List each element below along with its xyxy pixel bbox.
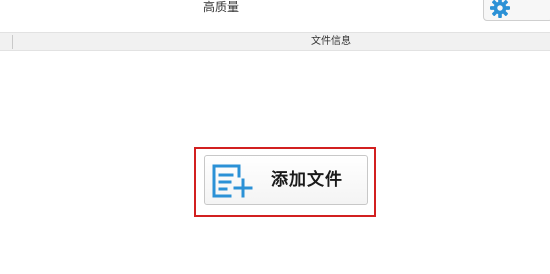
file-list-header: 文件信息 — [0, 32, 550, 51]
gear-icon — [490, 0, 510, 18]
app-window: 高质量 文件信息 添加文件 — [0, 0, 550, 274]
add-file-label: 添加文件 — [271, 170, 343, 190]
add-file-icon — [212, 164, 253, 198]
settings-button[interactable] — [483, 0, 550, 21]
quality-label[interactable]: 高质量 — [203, 0, 239, 14]
column-header-file-info[interactable]: 文件信息 — [0, 34, 550, 50]
top-toolbar: 高质量 — [0, 0, 550, 32]
add-file-button[interactable]: 添加文件 — [204, 155, 368, 205]
